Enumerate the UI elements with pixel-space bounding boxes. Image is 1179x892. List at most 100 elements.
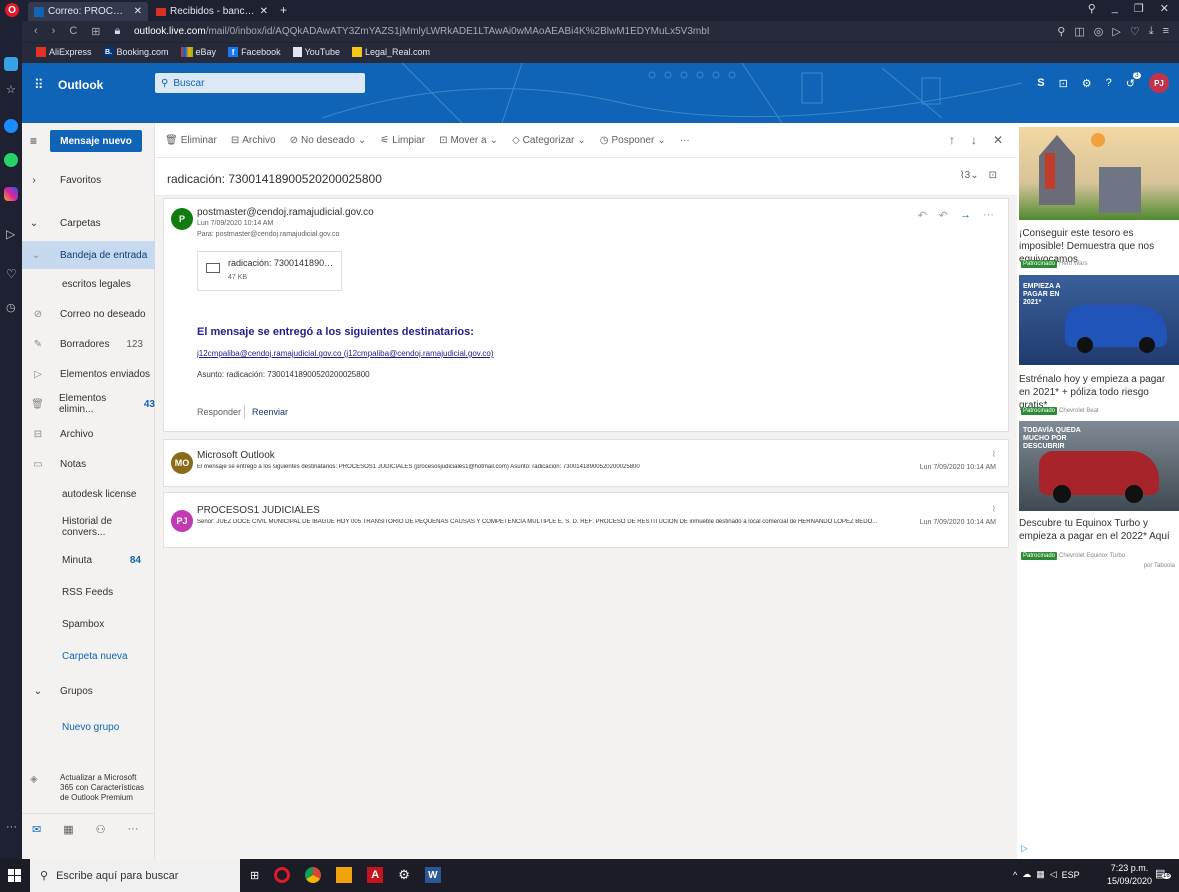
skype-icon[interactable]: S <box>1037 77 1044 89</box>
workspace-icon[interactable] <box>4 57 18 71</box>
attachment-card[interactable]: radicación: 7300141890052020... 47 KB <box>197 251 342 291</box>
menu-icon[interactable]: ≡ <box>1163 25 1169 38</box>
opera-logo-icon[interactable]: O <box>5 3 19 17</box>
clock[interactable]: 7:23 p.m. 15/09/2020 <box>1107 862 1152 888</box>
ad-image-suv[interactable]: TODAVÍA QUEDA MUCHO POR DESCUBRIR <box>1019 421 1179 511</box>
upgrade-link[interactable]: Actualizar a Microsoft 365 con Caracterí… <box>60 773 148 803</box>
search-box[interactable]: ⚲ Buscar <box>155 73 365 93</box>
forward-icon[interactable]: → <box>960 209 971 222</box>
speed-dial-icon[interactable]: ⊞ <box>91 25 100 38</box>
more-commands-button[interactable]: ··· <box>680 135 690 146</box>
more-icon[interactable]: ··· <box>6 821 17 833</box>
adchoices-icon[interactable]: ▷ <box>1021 843 1028 854</box>
bookmark-legal-real[interactable]: Legal_Real.com <box>351 47 430 57</box>
tab-outlook[interactable]: Correo: PROCESOS1 JUDIC ✕ <box>28 2 148 21</box>
sidebar-item-autodesk[interactable]: autodesk license <box>22 480 155 508</box>
recipient-link[interactable]: j12cmpaliba@cendoj.ramajudicial.gov.co (… <box>197 349 494 358</box>
sidebar-item-deleted[interactable]: 🗑︎ Elementos elimin... 43 <box>22 390 155 418</box>
arrow-up-icon[interactable]: ↑ <box>949 133 955 147</box>
search-icon[interactable]: ⚲ <box>1057 25 1065 38</box>
word-icon[interactable]: W <box>424 867 441 883</box>
sidebar-item-archive[interactable]: ⊟ Archivo <box>22 420 155 448</box>
taskbar-search[interactable]: ⚲ Escribe aquí para buscar <box>30 859 240 892</box>
mail-icon[interactable]: ✉ <box>32 823 41 836</box>
new-folder-link[interactable]: Carpeta nueva <box>22 642 155 670</box>
sidebar-item-notes[interactable]: ▭ Notas <box>22 450 155 478</box>
close-icon[interactable]: ✕ <box>993 133 1003 147</box>
sidebar-item-rss[interactable]: RSS Feeds <box>22 578 155 606</box>
sidebar-item-inbox[interactable]: ⌄ Bandeja de entrada <box>22 241 155 269</box>
maximize-button[interactable]: ❐ <box>1134 2 1144 15</box>
groups-section[interactable]: ⌄ Grupos <box>22 677 155 705</box>
close-tab-icon[interactable]: ✕ <box>260 6 268 17</box>
folders-section[interactable]: ⌄ Carpetas <box>22 209 155 237</box>
instagram-icon[interactable] <box>4 187 18 201</box>
reload-button[interactable]: C <box>69 25 77 38</box>
app-name[interactable]: Outlook <box>58 78 103 92</box>
message-collapsed[interactable]: PJ PROCESOS1 JUDICIALES Señor: JUEZ DOCE… <box>163 492 1009 548</box>
sidebar-item-minuta[interactable]: Minuta 84 <box>22 546 155 574</box>
search-tabs-icon[interactable]: ⚲ <box>1088 2 1096 15</box>
reply-all-icon[interactable]: ↶ <box>939 209 948 222</box>
acrobat-icon[interactable]: A <box>367 867 384 883</box>
forward-button[interactable]: › <box>52 25 56 38</box>
notification-center-icon[interactable]: ▤ 16 <box>1155 867 1171 883</box>
app-launcher-icon[interactable]: ⠿ <box>34 77 44 93</box>
bookmark-facebook[interactable]: f Facebook <box>228 47 281 57</box>
sender[interactable]: postmaster@cendoj.ramajudicial.gov.co <box>197 207 374 218</box>
junk-button[interactable]: ⊘ No deseado ⌄ <box>290 135 367 146</box>
reply-icon[interactable]: ↶ <box>918 209 927 222</box>
new-group-link[interactable]: Nuevo grupo <box>22 713 155 741</box>
whatsapp-icon[interactable] <box>4 153 18 167</box>
home-icon[interactable]: ☆ <box>6 83 16 96</box>
chrome-icon[interactable] <box>305 867 322 883</box>
help-icon[interactable]: ? <box>1106 77 1112 89</box>
delete-button[interactable]: 🗑︎ Eliminar <box>165 135 217 146</box>
language-indicator[interactable]: ESP <box>1062 870 1080 880</box>
network-icon[interactable]: ▦ <box>1036 869 1045 880</box>
ad-image-car[interactable]: EMPIEZA A PAGAR EN 2021* <box>1019 275 1179 365</box>
new-message-button[interactable]: Mensaje nuevo <box>50 130 142 152</box>
minimize-button[interactable]: _ <box>1112 2 1118 15</box>
ad-text[interactable]: Descubre tu Equinox Turbo y empieza a pa… <box>1019 517 1179 543</box>
archive-button[interactable]: ⊟ Archivo <box>231 135 276 146</box>
ad-footer[interactable]: por Taboola <box>1144 563 1175 569</box>
search-input[interactable]: Buscar <box>173 78 204 89</box>
new-tab-button[interactable]: + <box>280 3 287 17</box>
my-day-icon[interactable]: ⊡ <box>1059 77 1068 90</box>
onedrive-icon[interactable]: ☁ <box>1022 869 1031 880</box>
history-icon[interactable]: ◷ <box>6 301 16 314</box>
people-icon[interactable]: ⚇ <box>96 823 106 836</box>
account-avatar[interactable]: PJ <box>1149 73 1169 93</box>
favorites-section[interactable]: › Favoritos <box>22 166 155 194</box>
bookmark-heart-icon[interactable]: ♡ <box>1130 25 1140 38</box>
windows-start-icon[interactable] <box>8 869 21 882</box>
close-tab-icon[interactable]: ✕ <box>134 6 142 17</box>
opera-icon[interactable] <box>274 867 291 883</box>
settings-gear-icon[interactable]: ⚙ <box>1082 77 1092 90</box>
bookmark-booking[interactable]: B. Booking.com <box>103 47 169 57</box>
flow-icon[interactable]: ▷ <box>1112 25 1120 38</box>
bookmark-aliexpress[interactable]: AliExpress <box>36 47 92 57</box>
player-icon[interactable]: ▷ <box>6 227 15 241</box>
whats-new-icon[interactable]: ↺ 3 <box>1126 71 1141 90</box>
task-view-icon[interactable]: ⊞ <box>250 869 259 882</box>
favorites-icon[interactable]: ♡ <box>6 267 17 281</box>
sidebar-item-escritos-legales[interactable]: escritos legales <box>22 270 155 298</box>
snooze-button[interactable]: ◷ Posponer ⌄ <box>600 135 666 146</box>
more-actions-icon[interactable]: ··· <box>983 209 994 222</box>
snapshot-icon[interactable]: ◫ <box>1074 25 1084 38</box>
message-collapsed[interactable]: MO Microsoft Outlook El mensaje se entre… <box>163 439 1009 487</box>
hamburger-menu-icon[interactable]: ≡ <box>30 134 37 148</box>
bookmark-youtube[interactable]: YouTube <box>292 47 340 57</box>
back-button[interactable]: ‹ <box>34 25 38 38</box>
sidebar-item-spambox[interactable]: Spambox <box>22 610 155 638</box>
sidebar-item-drafts[interactable]: ✎ Borradores 123 <box>22 330 155 358</box>
arrow-down-icon[interactable]: ↓ <box>971 133 977 147</box>
attachment-count[interactable]: ⌇3⌄ <box>960 170 979 181</box>
expand-icon[interactable]: ⊡ <box>989 170 997 181</box>
sidebar-item-sent[interactable]: ▷ Elementos enviados <box>22 360 155 388</box>
url-field[interactable]: outlook.live.com/mail/0/inbox/id/AQQkADA… <box>134 26 834 37</box>
chevron-up-icon[interactable]: ^ <box>1013 870 1017 880</box>
reply-button[interactable]: Responder <box>197 407 241 417</box>
